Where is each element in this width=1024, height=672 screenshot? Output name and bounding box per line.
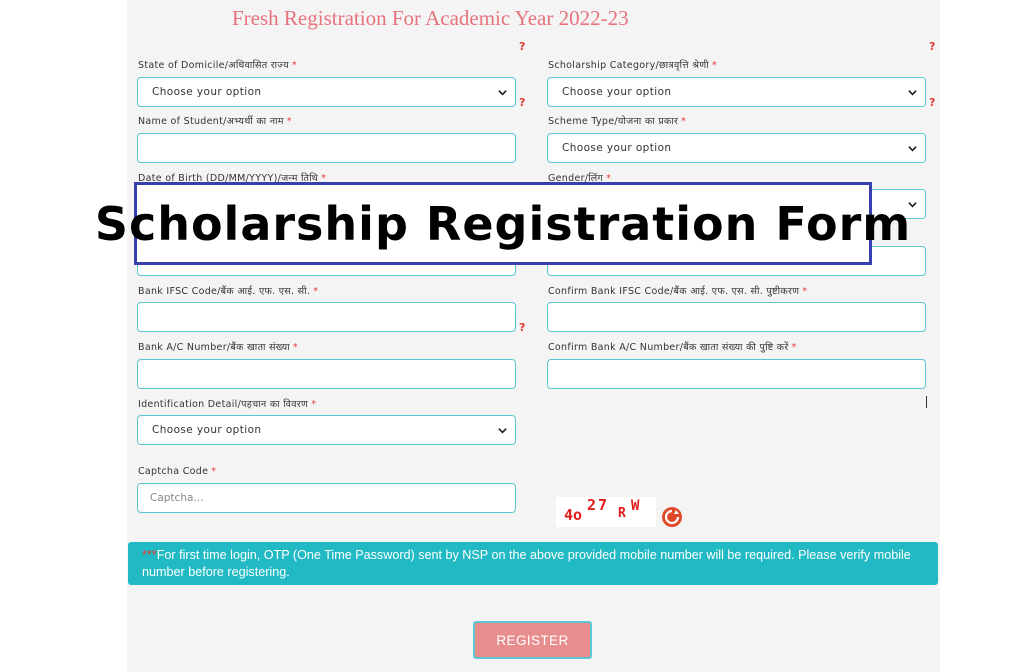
confirm-ifsc-field[interactable]	[548, 303, 925, 331]
help-icon[interactable]: ?	[519, 40, 525, 53]
scheme-select[interactable]: Choose your option	[547, 133, 926, 163]
student-name-input[interactable]	[137, 133, 516, 163]
captcha-input[interactable]	[137, 483, 516, 513]
scheme-label: Scheme Type/योजना का प्रकार *	[548, 116, 687, 127]
student-name-field[interactable]	[138, 134, 515, 162]
chevron-down-icon	[498, 90, 507, 96]
chevron-down-icon	[908, 146, 917, 152]
captcha-char: 4o	[564, 506, 583, 524]
domicile-select-value: Choose your option	[152, 86, 262, 98]
account-label: Bank A/C Number/बैंक खाता संख्या *	[138, 342, 298, 353]
account-field[interactable]	[138, 360, 515, 388]
register-button[interactable]: REGISTER	[473, 621, 592, 659]
domicile-label: State of Domicile/अधिवासित राज्य *	[138, 60, 297, 71]
confirm-account-input[interactable]	[547, 359, 926, 389]
ifsc-input[interactable]	[137, 302, 516, 332]
ifsc-field[interactable]	[138, 303, 515, 331]
help-icon[interactable]: ?	[929, 40, 935, 53]
category-select-value: Choose your option	[562, 86, 672, 98]
help-icon[interactable]: ?	[519, 321, 525, 334]
confirm-ifsc-input[interactable]	[547, 302, 926, 332]
help-icon[interactable]: ?	[929, 96, 935, 109]
domicile-select[interactable]: Choose your option	[137, 77, 516, 107]
category-select[interactable]: Choose your option	[547, 77, 926, 107]
scheme-select-value: Choose your option	[562, 142, 672, 154]
confirm-account-label: Confirm Bank A/C Number/बैंक खाता संख्या…	[548, 342, 797, 353]
captcha-label: Captcha Code *	[138, 466, 217, 477]
chevron-down-icon	[498, 428, 507, 434]
account-input[interactable]	[137, 359, 516, 389]
otp-notice: ***For first time login, OTP (One Time P…	[128, 542, 938, 585]
student-name-label: Name of Student/अभ्यर्थी का नाम *	[138, 116, 292, 127]
refresh-icon[interactable]	[661, 506, 683, 528]
ifsc-label: Bank IFSC Code/बैंक आई. एफ. एस. सी. *	[138, 286, 319, 297]
help-icon[interactable]: ?	[519, 96, 525, 109]
confirm-account-field[interactable]	[548, 360, 925, 388]
overlay-banner: Scholarship Registration Form	[95, 182, 910, 265]
page-title: Fresh Registration For Academic Year 202…	[232, 6, 629, 30]
text-cursor	[926, 396, 927, 408]
overlay-title: Scholarship Registration Form	[94, 196, 912, 251]
confirm-ifsc-label: Confirm Bank IFSC Code/बैंक आई. एफ. एस. …	[548, 286, 808, 297]
category-label: Scholarship Category/छात्रवृत्ति श्रेणी *	[548, 60, 717, 71]
captcha-char: W	[631, 498, 640, 514]
identification-select-value: Choose your option	[152, 424, 262, 436]
identification-select[interactable]: Choose your option	[137, 415, 516, 445]
captcha-image: 4o 27 R W	[556, 496, 656, 527]
identification-label: Identification Detail/पहचान का विवरण *	[138, 399, 317, 410]
captcha-char: 27	[587, 496, 610, 514]
captcha-field[interactable]	[138, 484, 515, 512]
captcha-char: R	[618, 506, 626, 521]
chevron-down-icon	[908, 90, 917, 96]
